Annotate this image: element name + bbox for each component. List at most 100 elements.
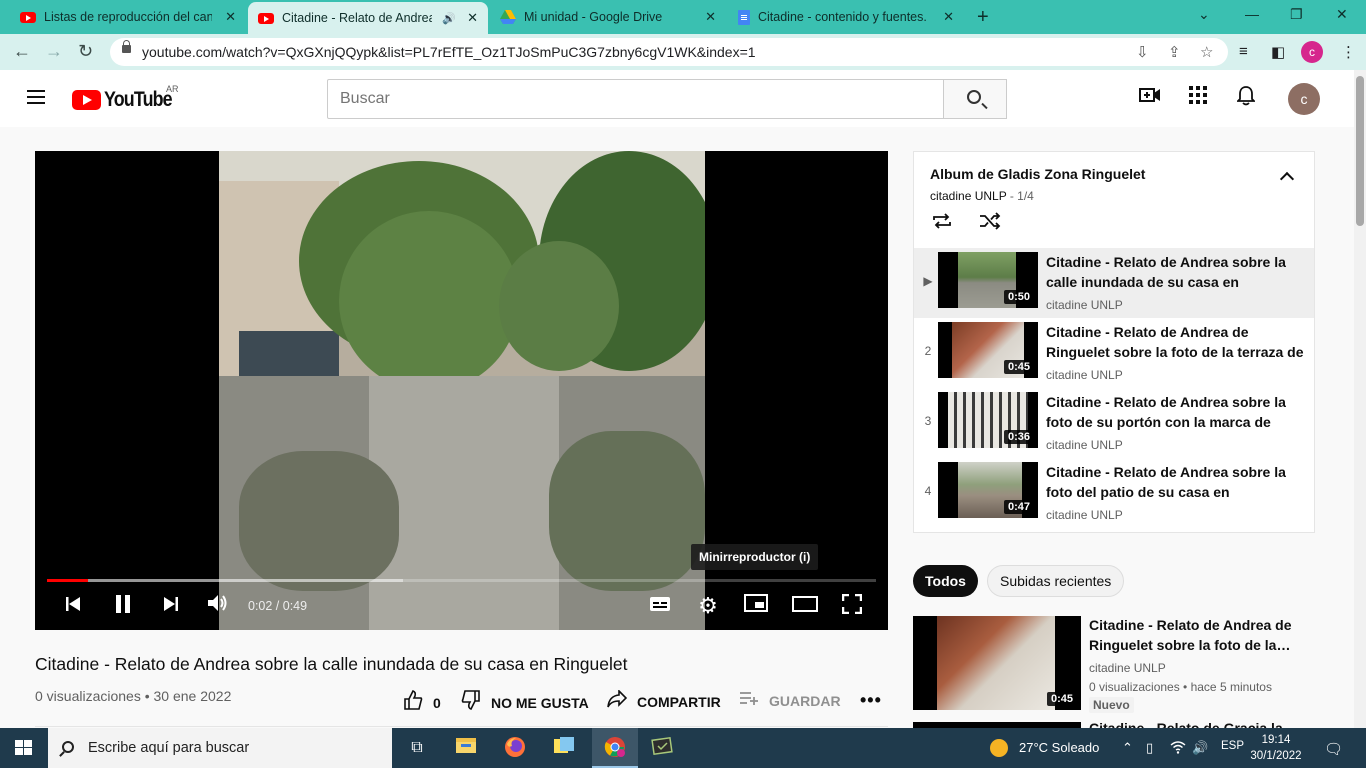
forward-arrow-icon[interactable]: → — [45, 41, 63, 62]
volume-icon[interactable] — [206, 594, 230, 618]
weather-sun-icon[interactable] — [990, 739, 1008, 757]
avatar[interactable]: c — [1288, 83, 1320, 115]
divider — [35, 726, 888, 727]
file-explorer-icon[interactable] — [454, 736, 478, 760]
browser-tab-current-video[interactable]: Citadine - Relato de Andrea 🔊 ✕ — [248, 2, 488, 34]
youtube-favicon-icon — [258, 12, 274, 24]
dislike-button[interactable]: NO ME GUSTA — [461, 690, 589, 715]
playlist-position: - 1/4 — [1006, 189, 1034, 203]
playlist-item-title[interactable]: Citadine - Relato de Andrea sobre la fot… — [1046, 462, 1304, 502]
chevron-up-icon[interactable]: ⌃ — [1122, 740, 1133, 756]
share-button[interactable]: COMPARTIR — [607, 689, 721, 713]
close-window-icon[interactable]: ✕ — [1336, 6, 1348, 23]
save-button[interactable]: GUARDAR — [739, 690, 841, 711]
settings-gear-icon[interactable]: ⚙ — [696, 594, 720, 618]
browser-profile-avatar[interactable]: c — [1301, 41, 1323, 63]
tab-search-chevron-icon[interactable]: ⌄ — [1198, 6, 1210, 23]
side-panel-icon[interactable]: ◧ — [1271, 43, 1285, 61]
weather-text[interactable]: 27°C Soleado — [1019, 740, 1099, 755]
playlist-item-title[interactable]: Citadine - Relato de Andrea sobre la cal… — [1046, 252, 1304, 292]
volume-icon[interactable]: 🔊 — [1192, 740, 1208, 756]
taskbar-search-box[interactable]: Escribe aquí para buscar — [48, 728, 392, 768]
back-arrow-icon[interactable]: ← — [13, 41, 31, 62]
task-view-icon[interactable]: ⧉ — [405, 736, 429, 760]
playlist-item[interactable]: 2 0:45 Citadine - Relato de Andrea de Ri… — [914, 318, 1314, 388]
device-icon[interactable]: ▯ — [1146, 740, 1153, 756]
firefox-icon[interactable] — [503, 736, 527, 760]
playlist-channel[interactable]: citadine UNLP — [930, 189, 1007, 203]
recommended-video-thumbnail[interactable]: 0:45 — [913, 616, 1081, 710]
browser-tab-strip: Listas de reproducción del canal ✕ Citad… — [0, 0, 1366, 34]
search-button[interactable] — [943, 79, 1007, 119]
video-player[interactable]: Minirreproductor (i) 0:02 / 0:49 ⚙ — [35, 151, 888, 630]
miniplayer-icon[interactable] — [744, 594, 768, 618]
recommended-video-title[interactable]: Citadine - Relato de Gracia la… — [1089, 720, 1297, 728]
notification-center-icon[interactable]: 🗨 — [1324, 740, 1343, 758]
search-input[interactable] — [327, 79, 944, 119]
tab-label: Mi unidad - Google Drive — [524, 10, 663, 24]
subtitles-icon[interactable] — [648, 594, 672, 618]
chip-all[interactable]: Todos — [913, 565, 978, 597]
language-indicator[interactable]: ESP — [1221, 740, 1244, 752]
notifications-bell-icon[interactable] — [1234, 86, 1258, 110]
wifi-icon[interactable] — [1170, 740, 1186, 757]
close-icon[interactable]: ✕ — [225, 9, 236, 25]
playlist-item[interactable]: 4 0:47 Citadine - Relato de Andrea sobre… — [914, 458, 1314, 528]
new-tab-icon[interactable]: + — [977, 6, 989, 29]
video-thumbnail[interactable]: 0:47 — [938, 462, 1038, 518]
address-bar[interactable]: youtube.com/watch?v=QxGXnjQQypk&list=PL7… — [110, 38, 1228, 66]
install-app-icon[interactable]: ⇩ — [1136, 43, 1149, 61]
more-actions-button[interactable]: ••• — [860, 690, 882, 711]
sticky-notes-icon[interactable] — [552, 736, 576, 760]
bookmark-star-icon[interactable]: ☆ — [1200, 43, 1213, 61]
youtube-header: YouTube AR c — [0, 70, 1354, 127]
close-icon[interactable]: ✕ — [467, 10, 478, 26]
share-label: COMPARTIR — [637, 693, 721, 710]
close-icon[interactable]: ✕ — [705, 9, 716, 25]
browser-tab-drive[interactable]: Mi unidad - Google Drive ✕ — [490, 0, 726, 34]
share-icon[interactable]: ⇪ — [1168, 43, 1181, 61]
chrome-icon[interactable] — [603, 736, 627, 760]
scrollbar-thumb[interactable] — [1356, 76, 1364, 226]
hamburger-menu-icon[interactable] — [27, 90, 45, 104]
playlist-item[interactable]: 3 0:36 Citadine - Relato de Andrea sobre… — [914, 388, 1314, 458]
playlist-item[interactable]: ▶ 0:50 Citadine - Relato de Andrea sobre… — [914, 248, 1314, 318]
chip-recent-uploads[interactable]: Subidas recientes — [987, 565, 1125, 597]
loop-playlist-icon[interactable] — [931, 212, 953, 236]
playlist-item-title[interactable]: Citadine - Relato de Andrea de Ringuelet… — [1046, 322, 1304, 362]
like-button[interactable]: 0 — [403, 690, 441, 715]
fullscreen-icon[interactable] — [840, 593, 864, 618]
add-to-playlist-icon — [739, 690, 759, 711]
system-clock[interactable]: 19:14 30/1/2022 — [1250, 732, 1302, 764]
recommended-video-channel[interactable]: citadine UNLP — [1089, 661, 1166, 675]
video-thumbnail[interactable]: 0:50 — [938, 252, 1038, 308]
pause-icon[interactable] — [111, 594, 135, 618]
theater-mode-icon[interactable] — [792, 594, 818, 618]
collapse-chevron-icon[interactable] — [1279, 171, 1295, 187]
page-scrollbar[interactable] — [1354, 70, 1366, 728]
playlist-item-title[interactable]: Citadine - Relato de Andrea sobre la fot… — [1046, 392, 1304, 432]
media-control-icon[interactable]: ≡ — [1239, 43, 1248, 60]
close-icon[interactable]: ✕ — [943, 9, 954, 25]
duration-badge: 0:50 — [1003, 290, 1034, 304]
apps-grid-icon[interactable] — [1186, 86, 1210, 110]
browser-tab-docs[interactable]: Citadine - contenido y fuentes.do ✕ — [728, 0, 964, 34]
restore-icon[interactable]: ❐ — [1290, 6, 1303, 23]
browser-tab-playlists[interactable]: Listas de reproducción del canal ✕ — [10, 0, 246, 34]
video-thumbnail[interactable]: 0:45 — [938, 322, 1038, 378]
menu-kebab-icon[interactable]: ⋮ — [1341, 43, 1356, 61]
recommended-video-title[interactable]: Citadine - Relato de Andrea de Ringuelet… — [1089, 615, 1309, 655]
speaker-icon[interactable]: 🔊 — [442, 12, 456, 25]
progress-bar[interactable] — [47, 579, 876, 582]
minimize-icon[interactable]: — — [1245, 6, 1259, 22]
reload-icon[interactable]: ↻ — [78, 41, 93, 62]
next-icon[interactable] — [159, 594, 183, 618]
video-thumbnail[interactable]: 0:36 — [938, 392, 1038, 448]
shuffle-icon[interactable] — [979, 212, 1001, 236]
windows-start-icon[interactable] — [15, 740, 33, 756]
create-video-icon[interactable] — [1138, 86, 1162, 110]
playlist-title[interactable]: Album de Gladis Zona Ringuelet — [930, 166, 1145, 182]
app-window-icon[interactable] — [650, 736, 674, 760]
previous-icon[interactable] — [61, 594, 85, 618]
lock-icon[interactable] — [122, 40, 131, 53]
